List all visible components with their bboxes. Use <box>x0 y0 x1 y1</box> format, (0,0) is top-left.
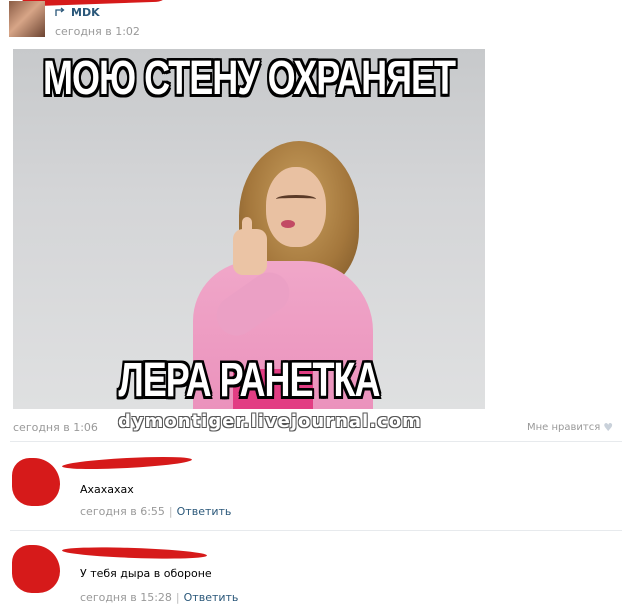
post-author-avatar[interactable] <box>9 1 45 37</box>
comment-text: У тебя дыра в обороне <box>80 567 212 580</box>
redaction-scribble <box>61 545 208 561</box>
woman-lips <box>281 220 295 228</box>
reply-link[interactable]: Ответить <box>184 591 239 604</box>
woman-finger <box>242 217 252 239</box>
like-label: Мне нравится <box>527 422 601 433</box>
meme-bottom-caption: ЛЕРА РАНЕТКА <box>118 351 381 407</box>
repost-icon <box>55 7 67 17</box>
reply-link[interactable]: Ответить <box>177 505 232 518</box>
woman-face <box>266 167 326 247</box>
comment-avatar[interactable] <box>12 458 60 506</box>
comment-meta: сегодня в 15:28 | Ответить <box>80 591 238 604</box>
meme-top-caption: МОЮ СТЕНУ ОХРАНЯЕТ <box>43 49 456 105</box>
comment-meta: сегодня в 6:55 | Ответить <box>80 505 231 518</box>
comment-timestamp[interactable]: сегодня в 6:55 <box>80 505 165 518</box>
comment-timestamp[interactable]: сегодня в 15:28 <box>80 591 172 604</box>
post-image[interactable]: МОЮ СТЕНУ ОХРАНЯЕТ ЛЕРА РАНЕТКА <box>13 49 485 409</box>
meta-separator: | <box>175 591 180 604</box>
comment-avatar[interactable] <box>12 545 60 593</box>
post-author-name[interactable]: MDK <box>71 6 100 19</box>
comment-text: Ахахахах <box>80 483 134 496</box>
watermark: dymontiger.livejournal.com <box>118 411 422 432</box>
heart-icon: ♥ <box>603 421 614 434</box>
image-timestamp[interactable]: сегодня в 1:06 <box>13 421 98 434</box>
like-button[interactable]: Мне нравится ♥ <box>527 421 613 434</box>
post-author-row: MDK <box>55 5 100 19</box>
divider <box>10 441 622 442</box>
redaction-scribble <box>61 454 193 472</box>
post-timestamp[interactable]: сегодня в 1:02 <box>55 25 140 38</box>
meta-separator: | <box>168 505 173 518</box>
divider <box>10 530 622 531</box>
woman-eyes <box>276 195 316 203</box>
